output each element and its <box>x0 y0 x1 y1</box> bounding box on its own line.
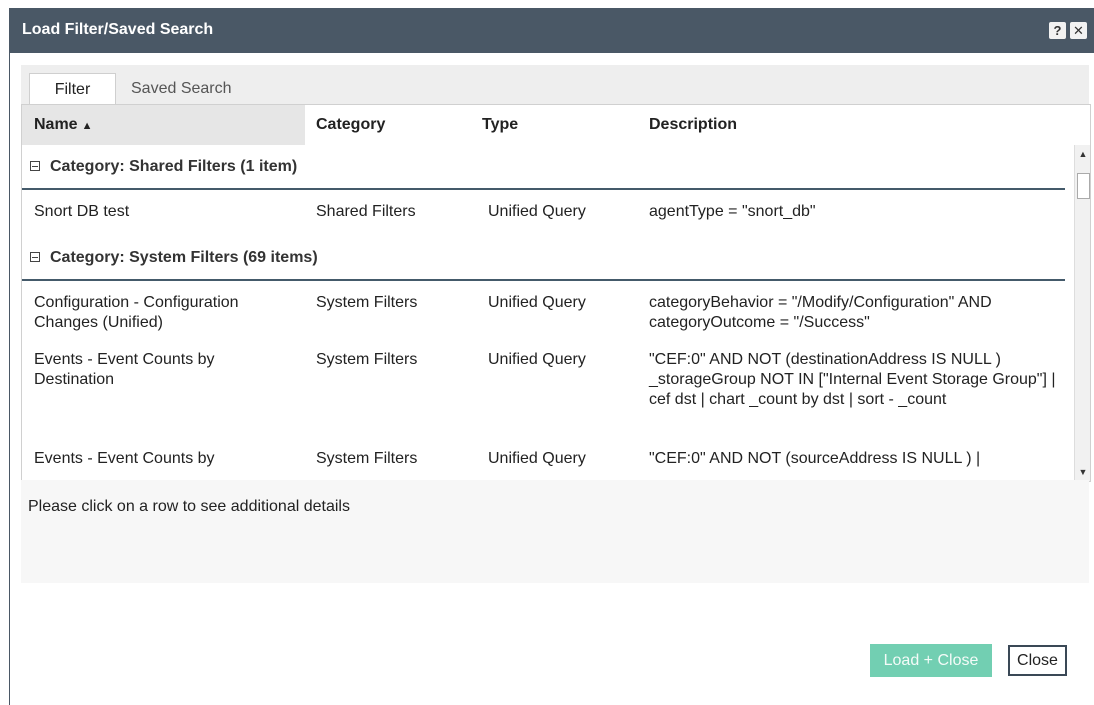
cell-description: agentType = "snort_db" <box>649 203 816 220</box>
column-header-name-label: Name <box>34 116 78 133</box>
column-header-category[interactable]: Category <box>316 105 385 145</box>
cell-type: Unified Query <box>488 203 586 220</box>
tab-filter[interactable]: Filter <box>29 73 116 105</box>
table-row[interactable]: Events - Event Counts by System Filters … <box>22 437 1065 481</box>
filter-grid: Name ▲ Category Type Description Category… <box>21 104 1091 482</box>
scroll-down-icon[interactable]: ▼ <box>1075 465 1090 479</box>
cell-name: Events - Event Counts by <box>34 450 215 467</box>
cell-category: System Filters <box>316 450 418 467</box>
load-filter-dialog: Load Filter/Saved Search ? ✕ Filter Save… <box>9 8 1094 705</box>
column-header-type[interactable]: Type <box>482 105 518 145</box>
group-row-system-filters[interactable]: Category: System Filters (69 items) <box>22 236 1065 281</box>
column-header-name[interactable]: Name ▲ <box>22 105 305 145</box>
cell-category: Shared Filters <box>316 203 416 220</box>
cell-name: Snort DB test <box>34 203 130 220</box>
collapse-icon[interactable] <box>30 252 40 262</box>
tab-bar: Filter Saved Search <box>21 65 1089 105</box>
dialog-title: Load Filter/Saved Search <box>22 21 214 38</box>
column-header-description[interactable]: Description <box>649 105 737 145</box>
table-row[interactable]: Configuration - Configuration Changes (U… <box>22 281 1065 338</box>
cell-description: categoryBehavior = "/Modify/Configuratio… <box>649 294 992 331</box>
cell-name: Events - Event Counts by Destination <box>34 351 215 388</box>
table-row[interactable]: Snort DB test Shared Filters Unified Que… <box>22 190 1065 236</box>
cell-type: Unified Query <box>488 294 586 311</box>
grid-body: Category: Shared Filters (1 item) Snort … <box>22 145 1065 481</box>
grid-header: Name ▲ Category Type Description <box>22 105 1090 145</box>
cell-category: System Filters <box>316 351 418 368</box>
close-button[interactable]: Close <box>1008 645 1067 676</box>
cell-description: "CEF:0" AND NOT (sourceAddress IS NULL )… <box>649 450 981 467</box>
vertical-scrollbar[interactable]: ▲ ▼ <box>1074 145 1090 481</box>
group-label: Category: Shared Filters (1 item) <box>50 158 298 175</box>
cell-description: "CEF:0" AND NOT (destinationAddress IS N… <box>649 351 1056 408</box>
table-row[interactable]: Events - Event Counts by Destination Sys… <box>22 338 1065 437</box>
tab-saved-search[interactable]: Saved Search <box>131 73 232 104</box>
collapse-icon[interactable] <box>30 161 40 171</box>
details-panel: Please click on a row to see additional … <box>21 480 1089 583</box>
cell-name: Configuration - Configuration Changes (U… <box>34 294 239 331</box>
scroll-up-icon[interactable]: ▲ <box>1075 147 1090 161</box>
group-label: Category: System Filters (69 items) <box>50 249 318 266</box>
group-row-shared-filters[interactable]: Category: Shared Filters (1 item) <box>22 145 1065 190</box>
sort-ascending-icon: ▲ <box>81 120 93 132</box>
close-icon[interactable]: ✕ <box>1070 22 1087 39</box>
details-hint: Please click on a row to see additional … <box>28 498 350 515</box>
cell-type: Unified Query <box>488 450 586 467</box>
cell-type: Unified Query <box>488 351 586 368</box>
scroll-thumb[interactable] <box>1077 173 1090 199</box>
load-close-button[interactable]: Load + Close <box>870 644 992 677</box>
cell-category: System Filters <box>316 294 418 311</box>
help-icon[interactable]: ? <box>1049 22 1066 39</box>
dialog-titlebar[interactable]: Load Filter/Saved Search ? ✕ <box>10 8 1094 53</box>
